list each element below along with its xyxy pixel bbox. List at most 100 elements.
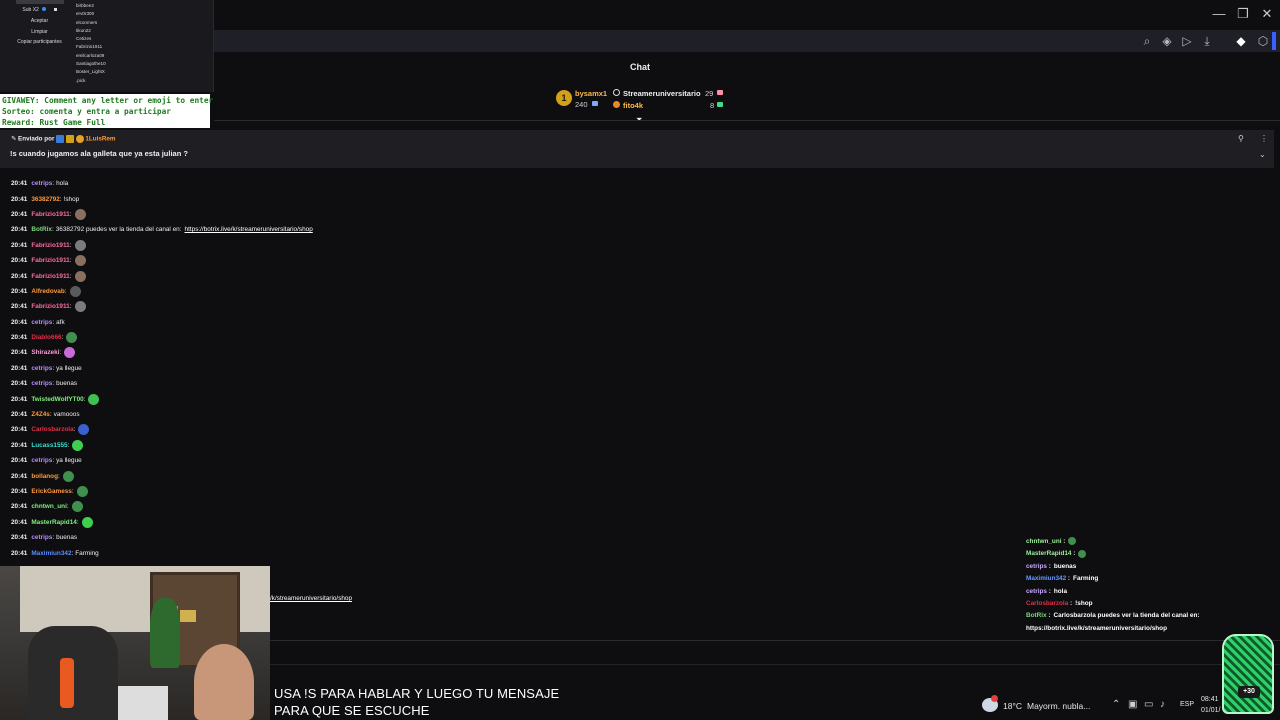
message-username[interactable]: Alfredovab xyxy=(31,286,64,297)
message-username[interactable]: TwistedWolfYT00 xyxy=(31,394,83,405)
message-username[interactable]: cetrips xyxy=(31,378,52,389)
chat-link-fragment[interactable]: /k/streameruniversitario/shop xyxy=(270,595,352,602)
restore-button[interactable]: ❐ xyxy=(1232,4,1254,24)
message-username[interactable]: Z4Z4s xyxy=(31,409,49,420)
message-timestamp: 20:41 xyxy=(11,441,28,449)
message-timestamp: 20:41 xyxy=(11,195,28,203)
copy-participants-button[interactable]: Copiar participantes xyxy=(12,39,67,45)
overlay-text: !shop xyxy=(1075,600,1093,608)
message-separator: : xyxy=(69,272,72,280)
message-separator: : xyxy=(69,257,72,265)
chat-message: 20:41 Z4Z4s: vamooos xyxy=(11,407,511,422)
message-username[interactable]: cetrips xyxy=(31,455,52,466)
message-username[interactable]: Fabrizio1911 xyxy=(31,209,69,220)
pinned-message[interactable]: ✎ Enviado por 1LuisRem !s cuando jugamos… xyxy=(0,130,1274,168)
message-username[interactable]: Shirazeki xyxy=(31,347,59,358)
message-username[interactable]: cetrips xyxy=(31,532,52,543)
overlay-text: buenas xyxy=(1053,562,1077,570)
second-gifter-name[interactable]: fito4k xyxy=(623,101,643,110)
shield-icon[interactable]: ◈ xyxy=(1158,32,1176,50)
pinned-text: !s cuando jugamos ala galleta que ya est… xyxy=(10,149,188,158)
message-username[interactable]: cetrips xyxy=(31,363,52,374)
clock-date[interactable]: 01/01/ xyxy=(1201,707,1220,714)
close-button[interactable]: ✕ xyxy=(1256,4,1278,24)
message-separator: : xyxy=(57,472,60,480)
message-text: afk xyxy=(56,318,65,326)
message-text: buenas xyxy=(56,534,78,542)
message-username[interactable]: chntwn_uni xyxy=(31,501,67,512)
emote-icon xyxy=(1078,549,1087,558)
list-item: birbbee2 xyxy=(76,3,94,8)
wifi-icon[interactable]: ▭ xyxy=(1144,699,1153,710)
clear-button[interactable]: Limpiar xyxy=(12,29,67,35)
chevron-up-icon[interactable]: ⌃ xyxy=(1112,699,1120,710)
message-username[interactable]: Fabrizio1911 xyxy=(31,255,69,266)
message-username[interactable]: Lucass1555 xyxy=(31,440,67,451)
alert-badge-icon xyxy=(991,695,998,702)
top-gifter-name[interactable]: bysamx1 xyxy=(575,89,607,98)
message-username[interactable]: cetrips xyxy=(31,178,52,189)
chat-message: 20:41 ErickGamess: xyxy=(11,484,511,499)
overlay-username: BotRix xyxy=(1026,612,1047,620)
message-username[interactable]: BotRix xyxy=(31,224,52,235)
weather-text[interactable]: Mayorm. nubla... xyxy=(1027,701,1090,711)
message-username[interactable]: Fabrizio1911 xyxy=(31,301,69,312)
pinned-author[interactable]: 1LuisRem xyxy=(85,136,115,143)
zoom-icon[interactable]: ⌕ xyxy=(1138,32,1156,50)
message-timestamp: 20:41 xyxy=(11,411,28,419)
message-username[interactable]: Fabrizio1911 xyxy=(31,271,69,282)
chat-message: 20:41 bollanog: xyxy=(11,468,511,483)
overlay-message: Maximiun342 : Farming xyxy=(1026,573,1276,585)
message-username[interactable]: cetrips xyxy=(31,317,52,328)
minimize-button[interactable]: — xyxy=(1208,4,1230,24)
volume-icon[interactable]: ♪ xyxy=(1160,699,1165,710)
emote-icon xyxy=(74,208,86,220)
accept-button[interactable]: Aceptar xyxy=(12,18,67,24)
play-icon[interactable]: ▷ xyxy=(1178,32,1196,50)
message-username[interactable]: MasterRapid14 xyxy=(31,517,76,528)
verified-icon xyxy=(613,89,620,96)
extension-icon[interactable]: ◆ xyxy=(1232,32,1250,50)
expand-chevron-icon[interactable]: ⌄ xyxy=(1259,150,1266,159)
overlay-username: cetrips xyxy=(1026,562,1047,570)
message-username[interactable]: Diablo666 xyxy=(31,332,61,343)
message-username[interactable]: bollanog xyxy=(31,471,58,482)
message-timestamp: 20:41 xyxy=(11,272,28,280)
list-item: erv0r300 xyxy=(76,11,95,17)
overlay-separator: : xyxy=(1046,587,1051,595)
language-indicator[interactable]: ESP xyxy=(1180,701,1194,708)
message-separator: : xyxy=(49,411,52,419)
list-item: .pick xyxy=(76,77,86,83)
message-username[interactable]: Fabrizio1911 xyxy=(31,240,69,251)
message-username[interactable]: ErickGamess xyxy=(31,486,72,497)
message-username[interactable]: 36382792 xyxy=(31,194,59,205)
pin-toggle-icon[interactable]: ⚲ xyxy=(1238,134,1244,143)
message-username[interactable]: Maximiun342 xyxy=(31,548,71,559)
message-text: buenas xyxy=(56,380,78,388)
checkbox-icon[interactable] xyxy=(53,8,57,11)
network-icon[interactable]: ▣ xyxy=(1128,699,1137,710)
overlay-message: cetrips : buenas xyxy=(1026,561,1276,573)
message-timestamp: 20:41 xyxy=(11,503,28,511)
message-link[interactable]: https://botrix.live/k/streameruniversita… xyxy=(185,224,313,235)
sub-label: Sub X2 xyxy=(22,7,39,13)
more-options-icon[interactable]: ⋮ xyxy=(1260,134,1268,143)
system-tray: 18°C Mayorm. nubla... ⌃ ▣ ▭ ♪ ESP 08:41 … xyxy=(980,694,1280,720)
second-gifter-count: 8 xyxy=(710,101,715,110)
gifter-icon xyxy=(75,135,84,143)
crown-icon xyxy=(65,135,74,143)
toggle-dot[interactable] xyxy=(42,7,47,11)
message-username[interactable]: Carlosbarzola xyxy=(31,424,73,435)
download-icon[interactable]: ⤓ xyxy=(1198,32,1216,50)
message-timestamp: 20:41 xyxy=(11,518,28,526)
chat-message: 20:41 BotRix:36382792 puedes ver la tiend… xyxy=(11,222,511,237)
top-gifters[interactable]: 1 bysamx1 240 Streameruniversitario 29 f… xyxy=(556,88,731,112)
package-icon[interactable]: ⬡ xyxy=(1254,32,1272,50)
message-separator: : xyxy=(52,364,55,372)
weather-temp[interactable]: 18°C xyxy=(1003,701,1022,711)
overlay-username: Maximiun342 xyxy=(1026,575,1067,583)
message-separator: : xyxy=(66,503,69,511)
channel-name[interactable]: Streameruniversitario xyxy=(623,89,701,98)
sub-multiplier-row[interactable]: Sub X2 xyxy=(12,7,67,13)
clock-time[interactable]: 08:41 xyxy=(1201,696,1219,703)
